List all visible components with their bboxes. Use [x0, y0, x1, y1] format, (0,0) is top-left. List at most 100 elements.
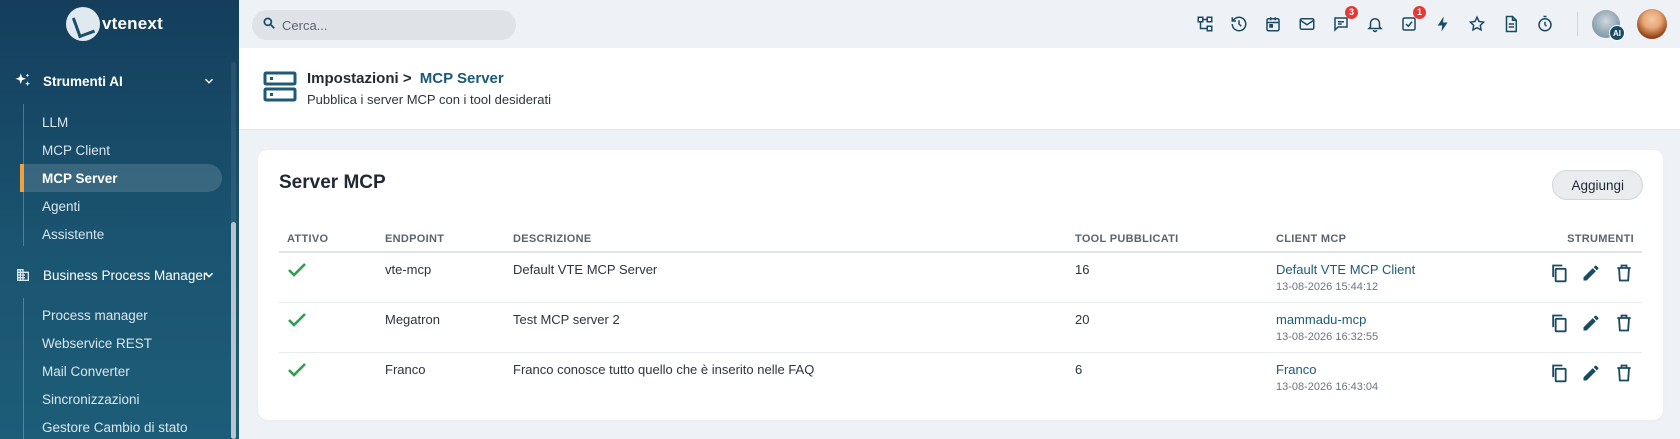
check-icon: [287, 362, 309, 380]
tools-count-cell: 16: [1067, 252, 1268, 303]
chat-icon[interactable]: 3: [1330, 6, 1358, 35]
chevron-down-icon: [202, 268, 216, 287]
actions-cell: [1506, 352, 1642, 402]
copy-icon[interactable]: [1547, 362, 1569, 384]
star-icon[interactable]: [1466, 13, 1488, 35]
check-icon: [287, 262, 309, 280]
sidebar-item-assistente[interactable]: Assistente: [20, 220, 222, 248]
column-header-strumenti: STRUMENTI: [1506, 226, 1642, 253]
table-row: Franco Franco conosce tutto quello che è…: [279, 352, 1642, 402]
breadcrumb-current: MCP Server: [419, 70, 504, 87]
sidebar-item-mail-converter[interactable]: Mail Converter: [20, 357, 222, 385]
sidebar: vtenext Strumenti AI LLM MCP Client MCP …: [0, 0, 239, 439]
app-logo[interactable]: vtenext: [66, 6, 163, 42]
check-icon: [287, 312, 309, 330]
column-header-descrizione[interactable]: DESCRIZIONE: [505, 226, 1067, 253]
copy-icon[interactable]: [1547, 262, 1569, 284]
search-icon: [262, 16, 276, 35]
column-header-endpoint[interactable]: ENDPOINT: [377, 226, 505, 253]
actions-cell: [1506, 252, 1642, 303]
client-cell: mammadu-mcp 13-08-2026 16:32:55: [1268, 302, 1506, 353]
sparkles-icon: [14, 72, 32, 90]
client-cell: Franco 13-08-2026 16:43:04: [1268, 352, 1506, 402]
mail-icon[interactable]: [1296, 13, 1318, 35]
client-timestamp: 13-08-2026 16:32:55: [1276, 330, 1379, 343]
bolt-icon[interactable]: [1432, 13, 1454, 35]
edit-icon[interactable]: [1579, 312, 1601, 334]
topbar: 3 1 AI: [239, 0, 1680, 48]
server-icon: [263, 70, 297, 109]
chat-badge: 3: [1345, 6, 1358, 19]
search-input[interactable]: [282, 17, 502, 33]
client-link[interactable]: mammadu-mcp: [1276, 312, 1506, 327]
breadcrumb: Impostazioni > MCP Server: [307, 70, 504, 87]
table-header-row: ATTIVO ENDPOINT DESCRIZIONE TOOL PUBBLIC…: [279, 226, 1642, 253]
tools-count-cell: 20: [1067, 302, 1268, 353]
timer-icon[interactable]: [1534, 13, 1556, 35]
chevron-down-icon: [202, 74, 216, 93]
table-row: Megatron Test MCP server 2 20 mammadu-mc…: [279, 302, 1642, 353]
bell-icon[interactable]: [1364, 13, 1386, 35]
client-link[interactable]: Default VTE MCP Client: [1276, 262, 1506, 277]
description-cell: Franco conosce tutto quello che è inseri…: [513, 361, 815, 377]
sidebar-scrollbar-thumb[interactable]: [231, 222, 236, 439]
logo-mark-icon: [66, 7, 100, 41]
sidebar-item-gestore-cambio-di-stato[interactable]: Gestore Cambio di stato: [20, 413, 222, 439]
client-timestamp: 13-08-2026 15:44:12: [1276, 281, 1379, 293]
section-label: Business Process Manager: [43, 267, 208, 283]
column-header-tool-pubblicati[interactable]: TOOL PUBBLICATI: [1067, 226, 1268, 253]
endpoint-cell: vte-mcp: [377, 252, 505, 303]
client-link[interactable]: Franco: [1276, 362, 1506, 377]
user-avatar[interactable]: [1637, 9, 1667, 39]
active-cell: [279, 352, 377, 402]
sidebar-item-webservice-rest[interactable]: Webservice REST: [20, 329, 222, 357]
section-label: Strumenti AI: [43, 73, 123, 89]
tools-count-cell: 6: [1075, 361, 1083, 377]
ai-assistant-avatar[interactable]: AI: [1592, 10, 1625, 41]
copy-icon[interactable]: [1547, 312, 1569, 334]
edit-icon[interactable]: [1579, 362, 1601, 384]
sidebar-item-mcp-server[interactable]: MCP Server: [20, 164, 222, 192]
description-cell: Default VTE MCP Server: [505, 252, 1067, 303]
calendar-icon[interactable]: [1262, 13, 1284, 35]
table-row: vte-mcp Default VTE MCP Server 16 Defaul…: [279, 252, 1642, 303]
breadcrumb-parent[interactable]: Impostazioni >: [307, 70, 412, 87]
sidebar-item-llm[interactable]: LLM: [20, 108, 222, 136]
section-strumenti-ai[interactable]: Strumenti AI: [0, 68, 232, 94]
column-header-client-mcp[interactable]: CLIENT MCP: [1268, 226, 1506, 253]
edit-icon[interactable]: [1579, 262, 1601, 284]
card-title: Server MCP: [279, 172, 386, 193]
sidebar-item-mcp-client[interactable]: MCP Client: [20, 136, 222, 164]
client-timestamp: 13-08-2026 16:43:04: [1276, 380, 1379, 393]
search-box[interactable]: [252, 10, 516, 40]
document-icon[interactable]: [1500, 13, 1522, 35]
endpoint-cell: Megatron: [377, 302, 505, 353]
sidebar-item-sincronizzazioni[interactable]: Sincronizzazioni: [20, 385, 222, 413]
sidebar-item-process-manager[interactable]: Process manager: [20, 301, 222, 329]
ai-tag: AI: [1609, 25, 1625, 41]
active-cell: [279, 252, 377, 303]
add-button[interactable]: Aggiungi: [1552, 170, 1643, 200]
tasks-badge: 1: [1413, 6, 1426, 19]
endpoint-cell: Franco: [385, 361, 426, 377]
section-business-process-manager[interactable]: Business Process Manager: [0, 262, 232, 288]
tasks-icon[interactable]: 1: [1398, 6, 1426, 35]
delete-icon[interactable]: [1612, 312, 1634, 334]
description-cell: Test MCP server 2: [505, 302, 1067, 353]
active-cell: [279, 302, 377, 353]
topbar-divider: [1577, 12, 1578, 36]
sidebar-item-agenti[interactable]: Agenti: [20, 192, 222, 220]
delete-icon[interactable]: [1612, 262, 1634, 284]
page-subtitle: Pubblica i server MCP con i tool desider…: [307, 92, 551, 107]
delete-icon[interactable]: [1612, 362, 1634, 384]
mcp-server-card: Server MCP Aggiungi ATTIVO ENDPOINT DESC…: [258, 150, 1663, 420]
sitemap-icon[interactable]: [1194, 13, 1216, 35]
history-icon[interactable]: [1228, 13, 1250, 35]
client-cell: Default VTE MCP Client 13-08-2026 15:44:…: [1268, 252, 1506, 303]
page-header: Impostazioni > MCP Server Pubblica i ser…: [239, 48, 1680, 130]
column-header-attivo[interactable]: ATTIVO: [279, 226, 377, 253]
building-icon: [14, 266, 32, 284]
logo-text: vtenext: [102, 14, 163, 33]
mcp-server-table: ATTIVO ENDPOINT DESCRIZIONE TOOL PUBBLIC…: [279, 226, 1642, 402]
actions-cell: [1506, 302, 1642, 353]
